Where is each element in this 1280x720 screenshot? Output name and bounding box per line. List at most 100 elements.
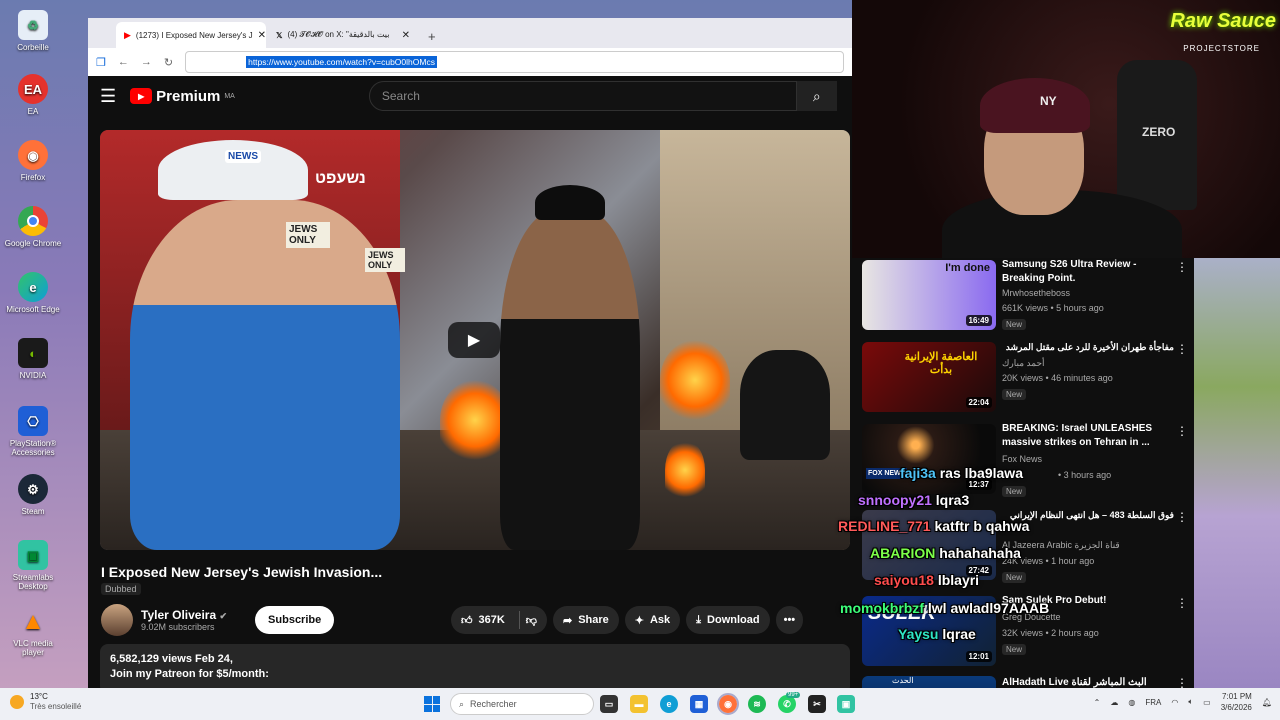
screen: ♻ Corbeille EA EA ◉ Firefox Google Chrom… [0,0,1280,720]
more-vert-icon[interactable]: ⋮ [1176,260,1188,274]
playstation-icon: ⎔ [18,406,48,436]
view-count: 6,582,129 views Feb 24, [110,653,233,665]
battery-icon[interactable]: ▭ [1203,698,1211,707]
recommendation-stats: 661K views • 5 hours ago [1002,303,1104,313]
chair-text: ZERO [1142,125,1176,139]
forward-icon[interactable]: → [141,56,152,68]
tab-youtube[interactable]: ▶ (1273) I Exposed New Jersey's J ✕ [116,22,266,48]
download-button[interactable]: ⤓ Download [686,606,770,634]
address-bar[interactable]: https://www.youtube.com/watch?v=cubO0lhO… [185,51,844,73]
capcut-icon[interactable]: ✂ [808,695,826,713]
desktop-icon-edge[interactable]: e Microsoft Edge [4,272,62,314]
like-button[interactable]: 👍︎ 367K 👎︎ [451,606,547,634]
tab-x[interactable]: 𝕏 (4) 𝓣𝓞𝓗𝓞 on X: "بيت بالدقيقة ✕ [268,22,418,48]
video-thumbnail[interactable]: الحدث [862,676,996,688]
more-vert-icon[interactable]: ⋮ [1176,342,1188,356]
divider [518,611,520,629]
thumb-sign: JEWS ONLY [365,248,405,272]
close-tab-icon[interactable]: ✕ [258,30,266,41]
video-thumbnail[interactable]: I'm done 16:49 [862,260,996,330]
desktop-icon-vlc[interactable]: ▲ VLC media player [4,606,62,657]
vlc-icon: ▲ [21,607,45,635]
download-label: Download [707,614,760,626]
more-vert-icon[interactable]: ⋮ [1176,676,1188,688]
url-text: https://www.youtube.com/watch?v=cubO0lhO… [246,56,437,68]
chat-message: snnoopy21 lqra3 [858,492,969,508]
desktop-icon-chrome[interactable]: Google Chrome [4,206,62,248]
desktop-icon-streamlabs[interactable]: ▣ Streamlabs Desktop [4,540,62,591]
new-tab-button[interactable]: + [420,29,444,48]
reload-icon[interactable]: ↻ [164,56,173,69]
weather-widget[interactable]: 13°C Très ensoleillé [10,692,81,712]
chat-user: snnoopy21 [858,492,932,508]
wifi-icon[interactable]: ◠ [1171,698,1178,707]
close-tab-icon[interactable]: ✕ [402,30,410,41]
recommendation-item[interactable]: FOX NEWS 12:37 BREAKING: Israel UNLEASHE… [862,422,1190,502]
recommendation-title: Samsung S26 Ultra Review - Breaking Poin… [1002,259,1137,284]
notification-bell-icon[interactable]: 🔔︎ [1262,698,1272,707]
thumb-overlay: العاصفة الإيرانية بدأت [904,351,978,376]
taskbar-search-placeholder: Rechercher [470,699,517,709]
task-view-icon[interactable]: ▭ [600,695,618,713]
desktop-icon-firefox[interactable]: ◉ Firefox [4,140,62,182]
desktop-icon-ea[interactable]: EA EA [4,74,62,116]
spotify-icon[interactable]: ≋ [748,695,766,713]
desktop-icon-playstation[interactable]: ⎔ PlayStation® Accessories [4,406,62,457]
chevron-up-icon[interactable]: ⌃ [1094,698,1101,707]
thumbs-down-icon[interactable]: 👎︎ [526,614,537,627]
edge-icon: e [18,272,48,302]
language-indicator[interactable]: FRA [1145,698,1161,707]
ea-icon: EA [18,74,48,104]
duration-badge: 22:04 [965,397,992,408]
edge-taskbar-icon[interactable]: e [660,695,678,713]
volume-icon[interactable]: 🔈︎ [1188,697,1193,707]
recommendation-item[interactable]: العاصفة الإيرانية بدأت 22:04 مفاجأة طهرا… [862,340,1190,420]
chat-text: hahahahaha [939,545,1021,561]
taskbar-search[interactable]: ⌕ Rechercher [450,693,594,715]
recommendation-item[interactable]: I'm done 16:49 Samsung S26 Ultra Review … [862,258,1190,338]
desktop-icon-label: VLC media player [13,639,53,657]
desktop-icon-nvidia[interactable]: ◐ NVIDIA [4,338,62,380]
ask-button[interactable]: ✦ Ask [624,606,681,634]
more-vert-icon[interactable]: ⋮ [1176,510,1188,524]
store-icon[interactable]: ▦ [690,695,708,713]
back-icon[interactable]: ← [118,56,129,68]
desktop-icon-steam[interactable]: ⚙ Steam [4,474,62,516]
new-badge: New [1002,319,1027,330]
more-actions-button[interactable]: ••• [775,606,804,634]
avatar[interactable] [101,604,133,636]
streamer-cap [980,78,1090,133]
recommendation-stats: 20K views • 46 minutes ago [1002,373,1113,383]
description-box[interactable]: 6,582,129 views Feb 24, Join my Patreon … [100,644,850,688]
desktop-icon-label: Firefox [20,173,46,182]
subscribe-button[interactable]: Subscribe [255,606,335,634]
more-vert-icon[interactable]: ⋮ [1176,424,1188,438]
clock[interactable]: 7:01 PM 3/6/2026 [1221,691,1252,713]
start-button[interactable] [424,696,440,712]
nav-bar: ❐ ← → ↻ https://www.youtube.com/watch?v=… [88,48,852,76]
desktop-icon-label: NVIDIA [19,371,47,380]
weather-text: Très ensoleillé [30,702,82,711]
channel-name[interactable]: Tyler Oliveira ✔ [141,608,227,622]
share-button[interactable]: ➦ Share [552,606,619,634]
video-thumbnail[interactable]: العاصفة الإيرانية بدأت 22:04 [862,342,996,412]
ask-label: Ask [649,614,671,626]
desktop-icon-recycle-bin[interactable]: ♻ Corbeille [4,10,62,52]
play-button[interactable]: ▶ [448,322,500,358]
firefox-taskbar-icon[interactable]: ◉ [717,693,739,715]
brand-sub: PROJECTSTORE [1183,44,1260,53]
streamlabs-taskbar-icon[interactable]: ▣ [837,695,855,713]
recommendation-item[interactable]: الحدث AlHadath Live البث المباشر لقناة ا… [862,674,1190,688]
search-button[interactable]: ⌕ [796,81,837,111]
youtube-logo[interactable]: ▶ Premium MA [130,88,235,105]
file-explorer-icon[interactable]: ▬ [630,695,648,713]
cloud-icon[interactable]: ☁ [1110,698,1118,707]
sidebar-toggle-icon[interactable]: ❐ [96,56,106,69]
menu-icon[interactable]: ☰ [100,86,116,107]
more-vert-icon[interactable]: ⋮ [1176,596,1188,610]
firefox-icon: ◉ [18,140,48,170]
video-thumbnail[interactable]: FOX NEWS 12:37 [862,424,996,494]
discord-icon[interactable]: ◍ [1128,698,1135,707]
video-player[interactable]: NEWS JEWS ONLY JEWS ONLY נשעפט ▶ [100,130,850,550]
search-input[interactable]: Search [368,81,797,111]
